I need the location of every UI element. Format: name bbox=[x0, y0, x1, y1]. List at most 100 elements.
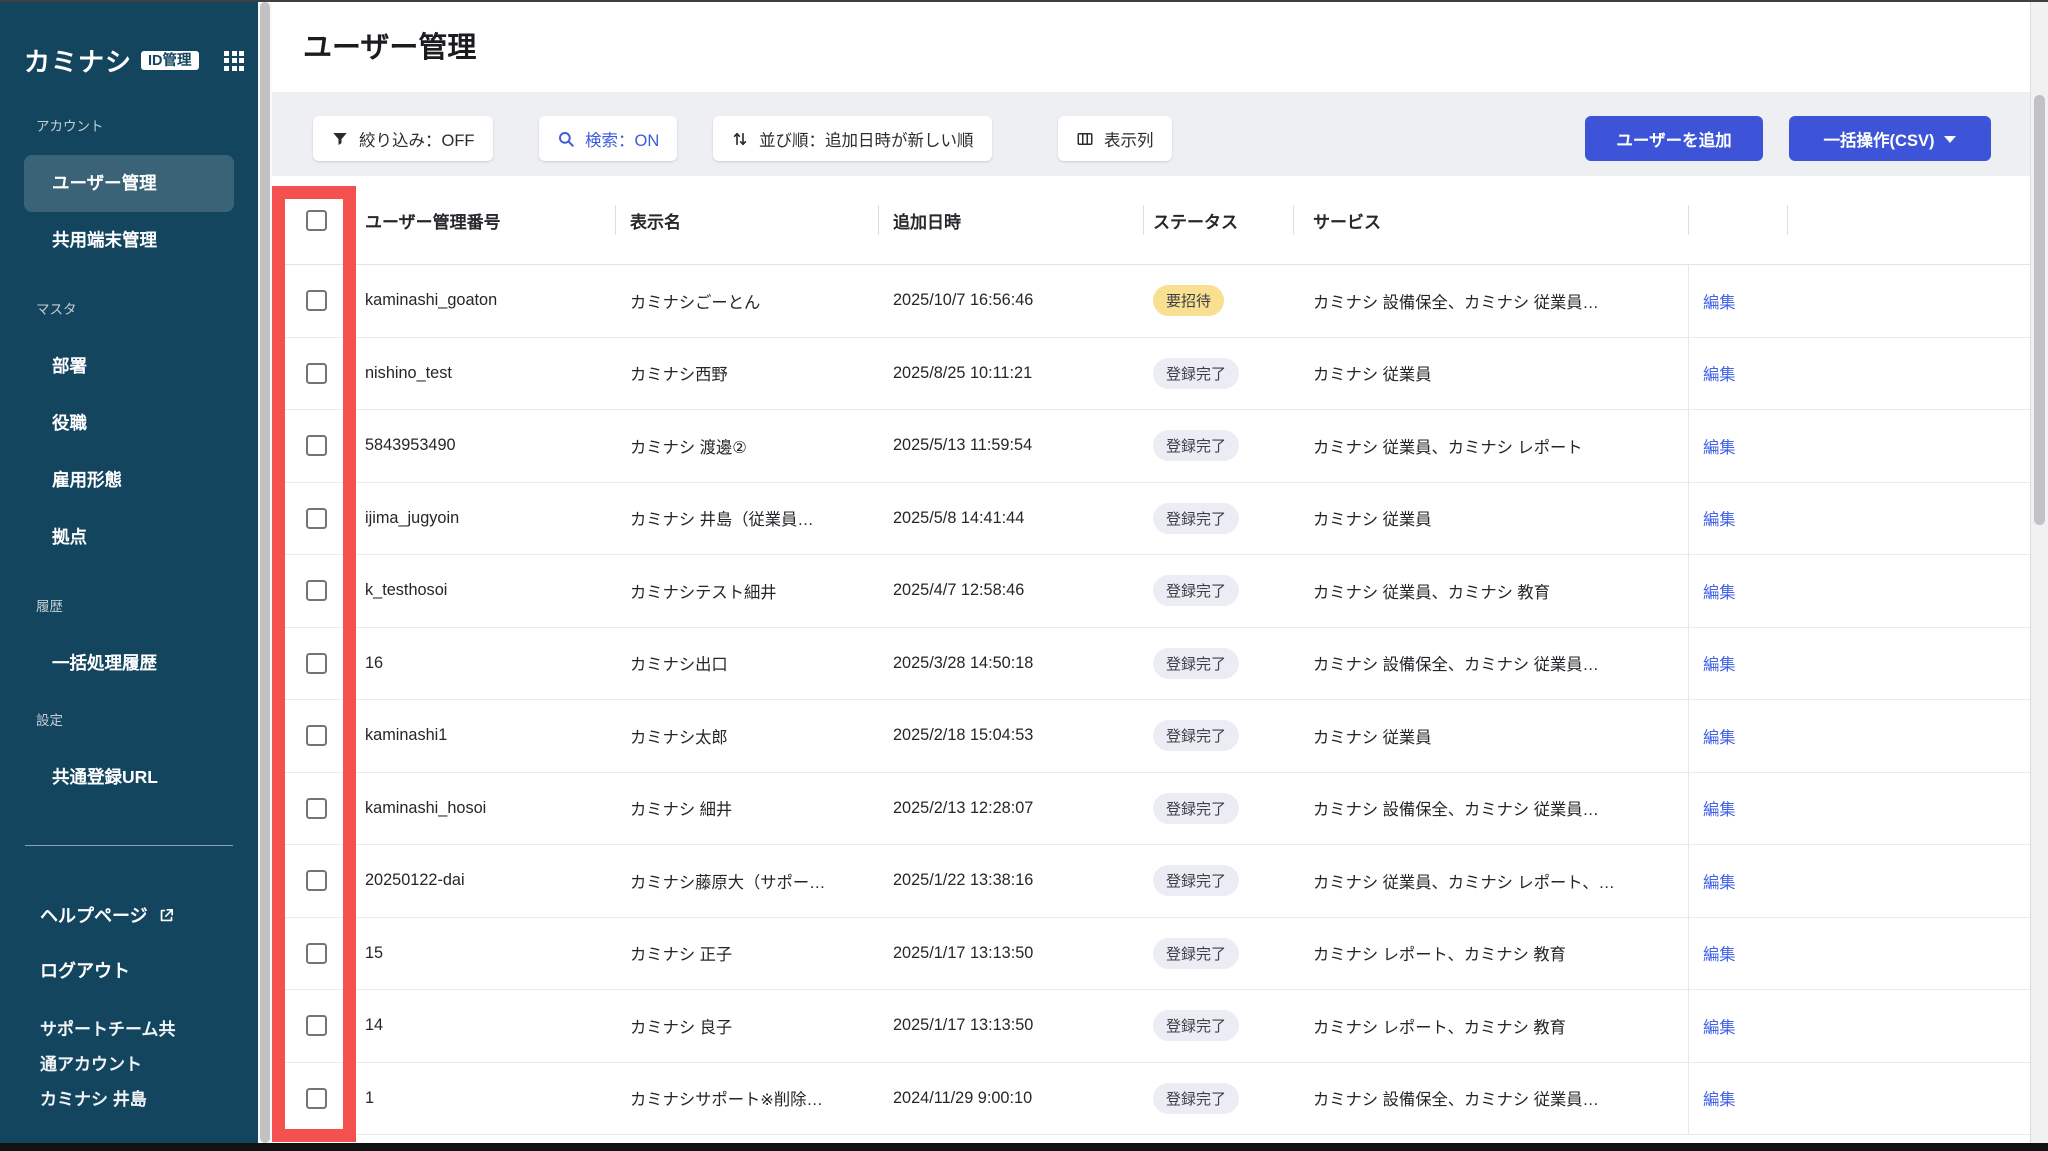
column-spacer bbox=[1787, 265, 2030, 337]
cell-display-name: カミナシ 良子 bbox=[630, 1018, 733, 1037]
sidebar-item-label: ユーザー管理 bbox=[52, 173, 157, 193]
cell-services: カミナシ 従業員、カミナシ 教育 bbox=[1313, 583, 1550, 602]
edit-link[interactable]: 編集 bbox=[1703, 941, 1736, 965]
status-badge: 登録完了 bbox=[1153, 575, 1240, 607]
column-header-user-id[interactable]: ユーザー管理番号 bbox=[360, 176, 615, 264]
column-header-services[interactable]: サービス bbox=[1293, 176, 1688, 264]
page-scrollbar[interactable] bbox=[2030, 2, 2048, 1143]
sidebar-item-bulk-history[interactable]: 一括処理履歴 bbox=[0, 635, 258, 692]
sort-icon bbox=[733, 132, 747, 145]
sidebar-item-label: 一括処理履歴 bbox=[52, 653, 157, 673]
sidebar-scrollbar-thumb[interactable] bbox=[260, 2, 270, 1143]
cell-display-name: カミナシ西野 bbox=[630, 366, 728, 385]
sidebar-item-site[interactable]: 拠点 bbox=[0, 509, 258, 566]
row-checkbox[interactable] bbox=[305, 870, 327, 892]
row-checkbox[interactable] bbox=[305, 1015, 327, 1037]
bulk-action-csv-button[interactable]: 一括操作(CSV) bbox=[1789, 116, 1991, 161]
column-header-edit bbox=[1688, 176, 1787, 264]
column-spacer bbox=[1787, 990, 2030, 1062]
edit-link[interactable]: 編集 bbox=[1703, 289, 1736, 313]
select-all-checkbox[interactable] bbox=[305, 209, 327, 231]
table-row: ijima_jugyoin カミナシ 井島（従業員… 2025/5/8 14:4… bbox=[272, 482, 2030, 555]
cell-display-name: カミナシサポート※削除… bbox=[630, 1091, 823, 1110]
edit-link[interactable]: 編集 bbox=[1703, 434, 1736, 458]
row-checkbox[interactable] bbox=[305, 652, 327, 674]
column-header-display-name[interactable]: 表示名 bbox=[615, 176, 878, 264]
row-checkbox[interactable] bbox=[305, 362, 327, 384]
user-table: ユーザー管理番号 表示名 追加日時 ステータス サービス kaminashi_g… bbox=[272, 176, 2030, 1135]
columns-icon bbox=[1077, 132, 1093, 145]
edit-link[interactable]: 編集 bbox=[1703, 651, 1736, 675]
edit-link[interactable]: 編集 bbox=[1703, 869, 1736, 893]
column-spacer bbox=[1787, 338, 2030, 410]
cell-user-id: ijima_jugyoin bbox=[365, 508, 460, 527]
edit-link[interactable]: 編集 bbox=[1703, 724, 1736, 748]
column-spacer bbox=[1787, 700, 2030, 772]
column-header-status[interactable]: ステータス bbox=[1143, 176, 1293, 264]
row-checkbox[interactable] bbox=[305, 290, 327, 312]
sidebar-item-label: 雇用形態 bbox=[52, 470, 122, 490]
logout-label: ログアウト bbox=[40, 961, 130, 981]
edit-link[interactable]: 編集 bbox=[1703, 579, 1736, 603]
sidebar-item-position[interactable]: 役職 bbox=[0, 395, 258, 452]
edit-link[interactable]: 編集 bbox=[1703, 361, 1736, 385]
cell-user-id: kaminashi_hosoi bbox=[365, 798, 487, 817]
help-page-link[interactable]: ヘルプページ bbox=[40, 892, 175, 938]
sidebar-scrollbar[interactable] bbox=[258, 2, 272, 1143]
row-checkbox[interactable] bbox=[305, 797, 327, 819]
sidebar-item-user-management[interactable]: ユーザー管理 bbox=[24, 155, 234, 212]
edit-link[interactable]: 編集 bbox=[1703, 1086, 1736, 1110]
add-user-button[interactable]: ユーザーを追加 bbox=[1585, 116, 1763, 161]
row-checkbox[interactable] bbox=[305, 725, 327, 747]
sidebar-item-employment-type[interactable]: 雇用形態 bbox=[0, 452, 258, 509]
sidebar-item-common-registration-url[interactable]: 共通登録URL bbox=[0, 749, 258, 806]
cell-added-at: 2025/3/28 14:50:18 bbox=[893, 653, 1034, 672]
status-badge: 登録完了 bbox=[1153, 792, 1240, 824]
logout-button[interactable]: ログアウト bbox=[40, 947, 130, 993]
sort-button[interactable]: 並び順：追加日時が新しい順 bbox=[713, 116, 992, 161]
table-row: 1 カミナシサポート※削除… 2024/11/29 9:00:10 登録完了 カ… bbox=[272, 1062, 2030, 1135]
edit-link[interactable]: 編集 bbox=[1703, 796, 1736, 820]
row-checkbox[interactable] bbox=[305, 1087, 327, 1109]
cell-services: カミナシ 設備保全、カミナシ 従業員… bbox=[1313, 1091, 1599, 1110]
row-checkbox[interactable] bbox=[305, 942, 327, 964]
sidebar-item-department[interactable]: 部署 bbox=[0, 338, 258, 395]
cell-services: カミナシ レポート、カミナシ 教育 bbox=[1313, 946, 1566, 965]
row-checkbox[interactable] bbox=[305, 580, 327, 602]
search-button[interactable]: 検索：ON bbox=[539, 116, 678, 161]
cell-added-at: 2025/1/17 13:13:50 bbox=[893, 1016, 1034, 1035]
table-row: 15 カミナシ 正子 2025/1/17 13:13:50 登録完了 カミナシ … bbox=[272, 917, 2030, 990]
table-row: kaminashi1 カミナシ太郎 2025/2/18 15:04:53 登録完… bbox=[272, 700, 2030, 773]
edit-link[interactable]: 編集 bbox=[1703, 506, 1736, 530]
help-page-label: ヘルプページ bbox=[40, 906, 148, 926]
page-scrollbar-thumb[interactable] bbox=[2034, 95, 2045, 525]
sidebar-divider bbox=[25, 845, 233, 846]
screen: カミナシ ID管理 アカウント ユーザー管理 共用端末管理 マスタ 部署 役職 … bbox=[0, 0, 2048, 1151]
status-badge: 登録完了 bbox=[1153, 720, 1240, 752]
sidebar-item-shared-device-management[interactable]: 共用端末管理 bbox=[0, 212, 258, 269]
filter-button[interactable]: 絞り込み：OFF bbox=[313, 116, 493, 161]
nav-section-settings: 設定 共通登録URL bbox=[0, 692, 258, 806]
column-header-added-at[interactable]: 追加日時 bbox=[878, 176, 1143, 264]
cell-user-id: 14 bbox=[365, 1016, 384, 1035]
columns-button[interactable]: 表示列 bbox=[1058, 116, 1172, 161]
filter-button-label: 絞り込み：OFF bbox=[359, 131, 475, 150]
cell-services: カミナシ 従業員 bbox=[1313, 366, 1432, 385]
main-content: ユーザー管理 絞り込み：OFF 検索：ON 並び順：追加日時が新しい順 表示列 … bbox=[272, 2, 2030, 1143]
cell-added-at: 2025/1/22 13:38:16 bbox=[893, 871, 1034, 890]
cell-display-name: カミナシ藤原大（サポー… bbox=[630, 873, 826, 892]
table-header-row: ユーザー管理番号 表示名 追加日時 ステータス サービス bbox=[272, 176, 2030, 265]
row-checkbox[interactable] bbox=[305, 507, 327, 529]
account-name-line: 通アカウント bbox=[40, 1055, 142, 1074]
row-checkbox[interactable] bbox=[305, 435, 327, 457]
status-badge: 登録完了 bbox=[1153, 865, 1240, 897]
status-badge: 登録完了 bbox=[1153, 937, 1240, 969]
app-launcher-icon[interactable] bbox=[224, 50, 244, 71]
cell-added-at: 2025/5/8 14:41:44 bbox=[893, 508, 1025, 527]
column-spacer bbox=[1787, 1063, 2030, 1135]
cell-services: カミナシ 設備保全、カミナシ 従業員… bbox=[1313, 656, 1599, 675]
edit-link[interactable]: 編集 bbox=[1703, 1014, 1736, 1038]
status-badge: 登録完了 bbox=[1153, 647, 1240, 679]
sidebar-item-label: 共通登録URL bbox=[52, 767, 158, 787]
nav-section-label: マスタ bbox=[36, 302, 77, 317]
